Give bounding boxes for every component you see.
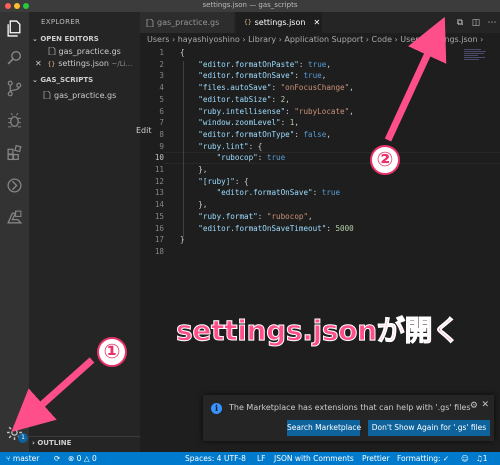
line-number: 6 — [159, 106, 164, 116]
extensions-icon[interactable] — [4, 142, 25, 163]
code-line[interactable]: }, — [180, 200, 207, 209]
file-icon — [146, 18, 154, 27]
eol-status[interactable]: LF — [257, 452, 266, 465]
tab-bar: gas_practice.gs {} settings.json ✕ ⧉ ◫ ⋯ — [140, 12, 500, 33]
error-icon: ⊗ — [68, 454, 77, 463]
file-item[interactable]: gas_practice.gs — [29, 90, 140, 102]
code-line[interactable]: "editor.tabSize": 2, — [180, 95, 289, 104]
code-line[interactable]: "editor.formatOnPaste": true, — [180, 60, 331, 69]
code-line[interactable]: }, — [180, 165, 207, 174]
status-bar: ⑂ master ⟳ ⊗ 0 △ 0 Spaces: 4 UTF-8 LF JS… — [0, 452, 500, 465]
open-editor-item[interactable]: ✕ {} settings.json ~/Li... — [29, 58, 140, 70]
edit-hint[interactable]: Edit — [136, 126, 152, 135]
explorer-sidebar: EXPLORER ⌄ OPEN EDITORS gas_practice.gs … — [29, 12, 140, 452]
open-settings-ui-icon[interactable]: ⧉ — [452, 18, 468, 28]
code-line[interactable]: "ruby.format": "rubocop", — [180, 212, 312, 221]
code-line[interactable]: "files.autoSave": "onFocusChange", — [180, 83, 353, 92]
line-number: 10 — [154, 153, 164, 163]
window-title: settings.json — gas_scripts — [202, 1, 298, 9]
branch-status[interactable]: ⑂ master — [6, 452, 39, 465]
code-line[interactable]: } — [180, 235, 185, 244]
json-file-icon: {} — [244, 19, 252, 26]
debug-icon[interactable] — [4, 110, 25, 131]
activity-bar: 1 — [0, 12, 29, 452]
line-number: 16 — [154, 223, 164, 233]
line-number: 11 — [154, 165, 164, 174]
editor-actions: ⧉ ◫ ⋯ — [452, 12, 500, 33]
line-number: 4 — [159, 83, 164, 93]
close-icon[interactable]: ✕ — [313, 18, 320, 27]
line-number: 9 — [159, 141, 164, 151]
code-line[interactable]: "editor.formatOnSaveTimeout": 5000 — [180, 224, 353, 233]
prettier-status[interactable]: Prettier — [362, 452, 390, 465]
minimap[interactable] — [464, 48, 492, 68]
breadcrumb[interactable]: Users › hayashiyoshino › Library › Appli… — [140, 33, 500, 46]
file-icon — [43, 91, 51, 99]
formatting-status[interactable]: Formatting: ✓ — [397, 452, 449, 465]
close-icon[interactable]: ✕ — [35, 58, 45, 70]
annotation-marker-2: ② — [370, 145, 400, 175]
code-line[interactable]: "window.zoomLevel": 1, — [180, 118, 299, 127]
sync-icon[interactable]: ⟳ — [54, 452, 60, 465]
more-actions-icon[interactable]: ⋯ — [484, 18, 500, 28]
outline-section[interactable]: › OUTLINE — [29, 436, 140, 448]
line-number: 17 — [154, 235, 164, 245]
annotation-marker-1: ① — [97, 337, 127, 367]
json-file-icon: {} — [47, 61, 56, 68]
azure-icon[interactable] — [4, 207, 25, 228]
line-number: 12 — [154, 176, 164, 186]
dont-show-again-button[interactable]: Don't Show Again for '.gs' files — [368, 420, 490, 436]
code-line[interactable]: "editor.formatOnSave": true — [180, 188, 340, 197]
problems-status[interactable]: ⊗ 0 △ 0 — [68, 452, 97, 465]
code-line[interactable]: "[ruby]": { — [180, 177, 248, 186]
line-number: 13 — [154, 188, 164, 198]
line-number: 5 — [159, 94, 164, 104]
feedback-icon[interactable]: ☺ — [461, 452, 469, 465]
explorer-title: EXPLORER — [41, 18, 81, 26]
close-icon[interactable]: ✕ — [481, 400, 489, 410]
code-line[interactable]: "ruby.lint": { — [180, 142, 262, 151]
info-icon: i — [211, 403, 222, 414]
code-editor[interactable]: 1 {2 "editor.formatOnPaste": true, 3 "edit… — [140, 46, 500, 452]
source-control-icon[interactable] — [4, 78, 25, 99]
folder-section[interactable]: ⌄ GAS_SCRIPTS — [29, 74, 140, 86]
line-number: 1 — [159, 48, 164, 57]
language-mode-status[interactable]: JSON with Comments — [274, 452, 354, 465]
line-number: 2 — [159, 59, 164, 69]
file-icon — [48, 47, 55, 55]
split-editor-icon[interactable]: ◫ — [468, 18, 484, 28]
code-line[interactable]: "rubocop": true — [180, 153, 286, 162]
annotation-caption: settings.jsonが開く — [176, 314, 461, 348]
tab-gas-practice[interactable]: gas_practice.gs — [140, 12, 235, 33]
line-number: 3 — [159, 71, 164, 81]
bell-icon: ♫ — [476, 454, 483, 463]
open-editor-item[interactable]: gas_practice.gs — [29, 46, 140, 58]
notification-message: The Marketplace has extensions that can … — [229, 403, 471, 412]
explorer-icon[interactable] — [4, 18, 25, 39]
gear-icon[interactable]: ⚙ — [470, 401, 478, 411]
title-bar: settings.json — gas_scripts — [0, 0, 500, 12]
code-line[interactable]: "editor.formatOnType": false, — [180, 130, 331, 139]
open-editors-section[interactable]: ⌄ OPEN EDITORS — [29, 33, 140, 45]
line-number: 18 — [154, 246, 164, 256]
code-line[interactable]: { — [180, 48, 185, 57]
search-marketplace-button[interactable]: Search Marketplace — [287, 420, 361, 436]
line-number: 14 — [154, 200, 164, 210]
tab-settings-json[interactable]: {} settings.json ✕ — [236, 12, 322, 33]
search-icon[interactable] — [4, 47, 25, 68]
code-line[interactable]: "ruby.intellisense": "rubyLocate", — [180, 107, 353, 116]
encoding-status[interactable]: UTF-8 — [224, 452, 246, 465]
branch-icon: ⑂ — [6, 454, 13, 463]
manage-gear-icon[interactable]: 1 — [4, 422, 28, 443]
indentation-status[interactable]: Spaces: 4 — [185, 452, 221, 465]
update-badge: 1 — [18, 433, 28, 443]
line-number: 15 — [154, 211, 164, 221]
warning-icon: △ — [83, 454, 92, 463]
code-line[interactable]: "editor.formatOnSave": true, — [180, 71, 326, 80]
marketplace-notification: i The Marketplace has extensions that ca… — [203, 395, 494, 441]
remote-explorer-icon[interactable] — [4, 175, 25, 196]
notifications-status[interactable]: ♫1 — [476, 452, 488, 465]
